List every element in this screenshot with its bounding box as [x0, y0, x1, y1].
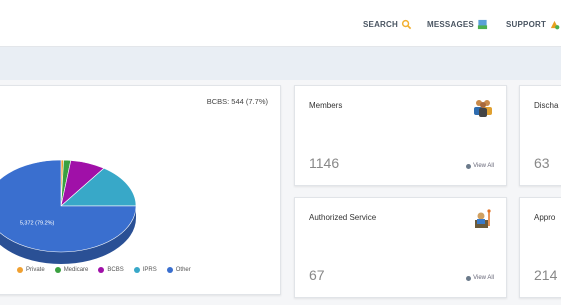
legend-item[interactable]: BCBS — [98, 267, 124, 273]
pie-chart: 5,372 (79.2%) — [0, 159, 137, 264]
discharged-card[interactable]: Discha 63 — [519, 85, 561, 186]
legend-item[interactable]: Private — [17, 267, 45, 273]
view-all-label: View All — [473, 163, 494, 169]
legend-swatch-iprs — [133, 267, 140, 273]
approved-card[interactable]: Appro 214 — [519, 197, 561, 298]
members-title: Members — [309, 101, 343, 110]
chart-legend: Private Medicare BCBS IPRS Other — [17, 267, 191, 273]
payer-chart-card: BCBS: 544 (7.7%) 5,372 (79.2%) Private M… — [0, 85, 281, 295]
discharged-value: 63 — [534, 155, 550, 171]
members-card[interactable]: Members 1146 View All — [294, 85, 507, 186]
legend-item[interactable]: Other — [166, 267, 191, 273]
eye-icon — [466, 163, 472, 169]
nav-support-label: SUPPORT — [506, 20, 547, 29]
support-icon — [550, 20, 560, 30]
legend-label: Medicare — [63, 267, 89, 273]
chart-callout: BCBS: 544 (7.7%) — [206, 97, 268, 106]
pie-data-label: 5,372 (79.2%) — [20, 221, 55, 227]
nav-search[interactable]: SEARCH — [363, 19, 412, 30]
legend-label: Private — [26, 267, 45, 273]
nav-messages-label: MESSAGES — [427, 20, 474, 29]
page-header-band — [0, 47, 561, 80]
legend-swatch-bcbs — [98, 267, 105, 273]
nav-messages[interactable]: MESSAGES — [427, 19, 488, 30]
authorized-service-card[interactable]: Authorized Service 67 View All — [294, 197, 507, 298]
nav-support[interactable]: SUPPORT — [506, 19, 560, 30]
legend-swatch-other — [166, 267, 173, 273]
authorized-service-icon — [475, 209, 491, 228]
members-icon — [474, 100, 492, 117]
legend-swatch-medicare — [54, 267, 61, 273]
legend-label: IPRS — [142, 267, 157, 273]
legend-item[interactable]: IPRS — [133, 267, 157, 273]
authorized-service-view-all-link[interactable]: View All — [466, 275, 494, 281]
view-all-label: View All — [473, 275, 494, 281]
messages-icon — [477, 19, 488, 30]
authorized-service-title: Authorized Service — [309, 213, 377, 222]
approved-title: Appro — [534, 213, 556, 222]
members-value: 1146 — [309, 155, 340, 171]
eye-icon — [466, 275, 472, 281]
discharged-title: Discha — [534, 101, 559, 110]
nav-search-label: SEARCH — [363, 20, 398, 29]
top-bar: SEARCH MESSAGES SUPPORT — [0, 0, 561, 47]
authorized-service-value: 67 — [309, 267, 325, 283]
legend-label: Other — [175, 267, 191, 273]
legend-item[interactable]: Medicare — [54, 267, 89, 273]
search-icon — [401, 19, 412, 30]
approved-value: 214 — [534, 267, 558, 283]
members-view-all-link[interactable]: View All — [466, 163, 494, 169]
legend-label: BCBS — [107, 267, 124, 273]
legend-swatch-private — [17, 267, 23, 273]
